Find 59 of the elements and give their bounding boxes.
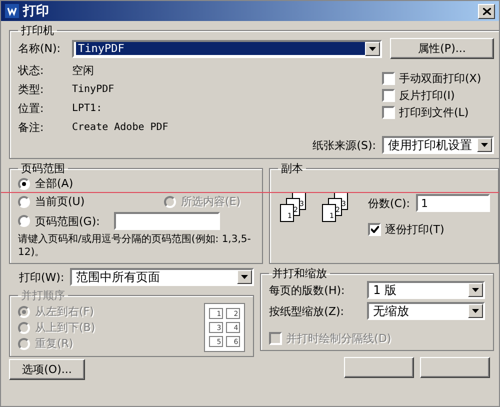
group-title: 并打顺序	[20, 288, 66, 303]
pages-per-sheet-select[interactable]: 1 版	[367, 281, 486, 299]
dialog-button[interactable]	[420, 357, 490, 378]
info-value: Create Adobe PDF	[72, 122, 168, 133]
option-label: 页码范围(G):	[35, 214, 100, 228]
field-label: 打印(W):	[19, 270, 64, 284]
copies-field[interactable]: 1	[416, 194, 490, 212]
info-label: 类型:	[18, 82, 45, 97]
scale-select[interactable]: 无缩放	[367, 302, 486, 320]
printer-select[interactable]: TinyPDF	[72, 40, 382, 58]
group-title: 副本	[280, 161, 304, 176]
info-label: 位置:	[18, 101, 45, 116]
option-label: 重复(R)	[35, 336, 74, 351]
page-range-field[interactable]	[114, 212, 220, 230]
checkbox-label: 手动双面打印(X)	[399, 71, 482, 86]
info-value: LPT1:	[72, 103, 102, 114]
field-label: 纸张来源(S):	[312, 138, 376, 152]
option-label: 所选内容(E)	[181, 194, 241, 209]
checkbox[interactable]	[368, 223, 381, 236]
close-button[interactable]	[478, 4, 495, 18]
checkbox[interactable]	[382, 106, 395, 119]
options-button[interactable]: 选项(O)...	[9, 359, 85, 380]
radio-button[interactable]	[18, 178, 30, 190]
field-label: 按纸型缩放(Z):	[269, 304, 345, 318]
field-label: 每页的版数(H):	[269, 282, 346, 298]
checkbox[interactable]	[382, 89, 395, 102]
close-icon	[482, 8, 490, 14]
field-label: 名称(N):	[18, 41, 62, 56]
checkbox-label: 打印到文件(L)	[399, 105, 469, 120]
option-label: 从左到右(F)	[35, 304, 94, 319]
group-title: 并打和缩放	[271, 266, 328, 281]
caret-icon	[472, 288, 480, 292]
info-label: 备注:	[18, 120, 45, 135]
paper-source-select[interactable]: 使用打印机设置	[382, 136, 494, 154]
option-label: 全部(A)	[35, 176, 74, 191]
radio-button[interactable]	[18, 215, 30, 227]
checkbox-label: 并打时绘制分隔线(D)	[286, 331, 392, 346]
caret-icon	[472, 309, 480, 313]
print-select[interactable]: 范围中所有页面	[70, 268, 254, 286]
info-label: 状态:	[18, 63, 45, 78]
caret-icon	[369, 46, 376, 50]
dialog-button[interactable]	[344, 357, 414, 378]
caret-icon	[481, 143, 488, 147]
option-label: 当前页(U)	[35, 194, 85, 209]
option-label: 从上到下(B)	[35, 320, 96, 335]
checkbox-label: 反片打印(I)	[399, 88, 455, 103]
hint-text: 请键入页码和/或用逗号分隔的页码范围(例如: 1,3,5-12)。	[18, 233, 252, 259]
window-title: 打印	[23, 3, 50, 20]
checkbox[interactable]	[382, 72, 395, 85]
info-value: TinyPDF	[72, 84, 114, 95]
group-title: 打印机	[20, 23, 55, 38]
caret-icon	[241, 275, 248, 279]
group-title: 页码范围	[20, 161, 66, 176]
field-label: 份数(C):	[368, 196, 410, 210]
properties-button[interactable]: 属性(P)...	[390, 38, 494, 59]
app-icon	[5, 4, 19, 18]
info-value: 空闲	[72, 63, 94, 78]
radio-button[interactable]	[18, 196, 30, 208]
checkbox-label: 逐份打印(T)	[385, 222, 444, 237]
